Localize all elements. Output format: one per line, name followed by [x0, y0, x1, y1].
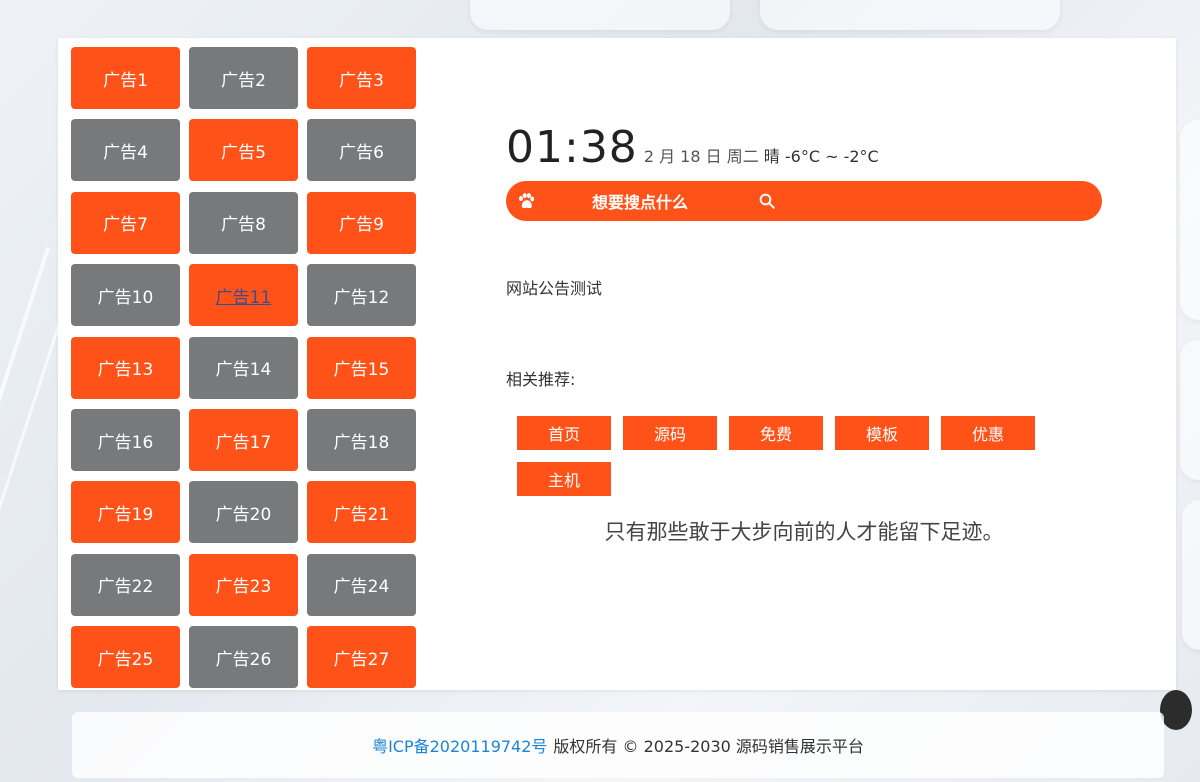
ad-button-16[interactable]: 广告16 — [71, 409, 180, 471]
ad-button-27[interactable]: 广告27 — [307, 626, 416, 689]
ad-button-label: 广告25 — [97, 649, 154, 670]
ad-button-18[interactable]: 广告18 — [307, 409, 416, 471]
ad-button-5[interactable]: 广告5 — [189, 119, 298, 182]
background-decoration — [1180, 120, 1200, 320]
ad-button-label: 广告11 — [215, 287, 272, 308]
ad-button-label: 广告17 — [215, 432, 272, 453]
ad-button-13[interactable]: 广告13 — [71, 336, 180, 399]
background-decoration — [760, 0, 1060, 30]
ad-button-19[interactable]: 广告19 — [71, 481, 180, 544]
footer: 粤ICP备2020119742号 版权所有 © 2025-2030 源码销售展示… — [72, 712, 1164, 778]
ad-button-label: 广告5 — [221, 142, 266, 163]
ad-button-label: 广告6 — [339, 142, 384, 163]
tag-free[interactable]: 免费 — [729, 416, 823, 450]
ad-button-label: 广告9 — [339, 215, 384, 236]
ad-grid: 广告1 广告2 广告3 广告4 广告5 广告6 广告7 广告8 广告9 广告10 广告11 广告12 广… — [71, 47, 417, 690]
ad-button-6[interactable]: 广告6 — [307, 119, 416, 182]
tag-home[interactable]: 首页 — [517, 416, 611, 450]
ad-button-7[interactable]: 广告7 — [71, 191, 180, 254]
copyright-text: 版权所有 © 2025-2030 源码销售展示平台 — [553, 737, 864, 756]
ad-button-3[interactable]: 广告3 — [307, 47, 416, 109]
ad-button-label: 广告1 — [103, 70, 148, 91]
ad-button-14[interactable]: 广告14 — [189, 336, 298, 399]
search-icon[interactable] — [758, 192, 776, 210]
ad-button-label: 广告13 — [97, 360, 154, 381]
ad-button-17[interactable]: 广告17 — [189, 409, 298, 471]
background-decoration — [470, 0, 730, 30]
search-bar[interactable]: 想要搜点什么 — [506, 181, 1102, 221]
main-panel: 广告1 广告2 广告3 广告4 广告5 广告6 广告7 广告8 广告9 广告10 广告11 广告12 广… — [58, 38, 1192, 730]
ad-button-10[interactable]: 广告10 — [71, 264, 180, 327]
ad-button-20[interactable]: 广告20 — [189, 481, 298, 544]
ad-button-2[interactable]: 广告2 — [189, 47, 298, 109]
ad-button-label: 广告20 — [215, 504, 272, 525]
tag-source[interactable]: 源码 — [623, 416, 717, 450]
ad-button-label: 广告12 — [333, 287, 390, 308]
ad-button-21[interactable]: 广告21 — [307, 481, 416, 544]
ad-button-label: 广告22 — [97, 577, 154, 598]
tag-host[interactable]: 主机 — [517, 462, 611, 496]
ad-button-label: 广告26 — [215, 649, 272, 670]
background-decoration — [0, 246, 51, 534]
ad-button-label: 广告4 — [103, 142, 148, 163]
ad-button-label: 广告7 — [103, 215, 148, 236]
ad-button-23[interactable]: 广告23 — [189, 553, 298, 616]
ad-button-label: 广告10 — [97, 287, 154, 308]
tag-discount[interactable]: 优惠 — [941, 416, 1035, 450]
ad-button-24[interactable]: 广告24 — [307, 553, 416, 616]
ad-button-label: 广告2 — [221, 70, 266, 91]
ad-button-label: 广告18 — [333, 432, 390, 453]
ad-button-label: 广告19 — [97, 504, 154, 525]
ad-button-label: 广告23 — [215, 577, 272, 598]
background-decoration — [1180, 340, 1200, 480]
quote-text: 只有那些敢于大步向前的人才能留下足迹。 — [604, 520, 1004, 544]
date-text: 2 月 18 日 周二 — [643, 147, 759, 166]
clock-widget: 01:38 2 月 18 日 周二 晴 -6°C ~ -2°C — [506, 122, 879, 173]
ad-button-26[interactable]: 广告26 — [189, 626, 298, 689]
background-decoration — [0, 306, 67, 574]
recommend-title: 相关推荐: — [506, 370, 576, 389]
ad-button-12[interactable]: 广告12 — [307, 264, 416, 327]
ad-button-label: 广告8 — [221, 215, 266, 236]
ad-button-label: 广告15 — [333, 360, 390, 381]
ad-button-9[interactable]: 广告9 — [307, 191, 416, 254]
ad-button-15[interactable]: 广告15 — [307, 336, 416, 399]
paw-icon[interactable] — [516, 191, 536, 211]
floating-button[interactable] — [1160, 690, 1192, 730]
background-decoration — [1182, 500, 1200, 650]
clock-date: 2 月 18 日 周二 晴 -6°C ~ -2°C — [644, 143, 879, 167]
ad-button-label: 广告16 — [97, 432, 154, 453]
ad-button-label: 广告24 — [333, 577, 390, 598]
icp-link[interactable]: 粤ICP备2020119742号 — [372, 733, 547, 757]
ad-button-label: 广告27 — [333, 649, 390, 670]
ad-button-8[interactable]: 广告8 — [189, 191, 298, 254]
ad-button-label: 广告3 — [339, 70, 384, 91]
ad-button-1[interactable]: 广告1 — [71, 47, 180, 109]
clock-time: 01:38 — [506, 122, 638, 173]
weather-text: 晴 -6°C ~ -2°C — [763, 147, 879, 166]
ad-button-label: 广告14 — [215, 360, 272, 381]
ad-button-label: 广告21 — [333, 504, 390, 525]
ad-button-4[interactable]: 广告4 — [71, 119, 180, 182]
search-input[interactable]: 想要搜点什么 — [592, 189, 748, 213]
ad-button-25[interactable]: 广告25 — [71, 626, 180, 689]
site-notice: 网站公告测试 — [506, 279, 603, 298]
ad-button-11[interactable]: 广告11 — [189, 264, 298, 327]
tag-template[interactable]: 模板 — [835, 416, 929, 450]
ad-button-22[interactable]: 广告22 — [71, 553, 180, 616]
